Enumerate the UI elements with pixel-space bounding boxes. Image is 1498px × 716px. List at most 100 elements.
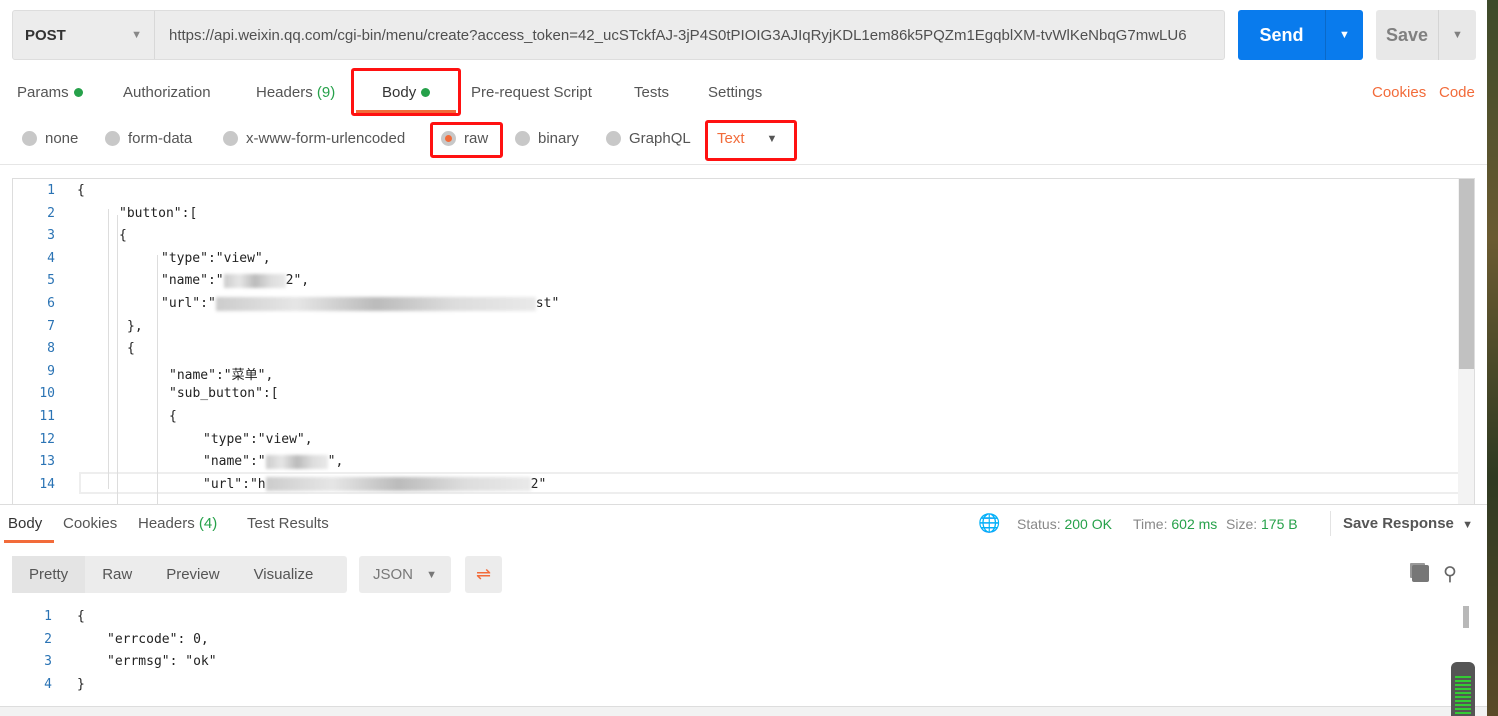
method-select[interactable]: POST ▼	[13, 11, 155, 59]
code-line: "url":"h 2"	[203, 477, 546, 492]
code-link[interactable]: Code	[1439, 84, 1475, 101]
radio-graphql[interactable]: GraphQL	[606, 130, 691, 147]
headers-count: (9)	[316, 84, 336, 101]
code-line: "name":"菜单",	[169, 364, 273, 383]
copy-icon[interactable]	[1412, 565, 1429, 582]
send-dropdown-icon[interactable]: ▼	[1325, 10, 1363, 60]
divider	[1330, 511, 1331, 536]
tab-tests[interactable]: Tests	[634, 84, 669, 101]
send-label: Send	[1259, 24, 1304, 45]
indent-guide	[157, 255, 158, 504]
radio-urlencoded[interactable]: x-www-form-urlencoded	[223, 130, 405, 147]
tab-params[interactable]: Params	[17, 84, 83, 101]
indent-guide	[117, 215, 118, 504]
radio-binary[interactable]: binary	[515, 130, 579, 147]
tab-authorization[interactable]: Authorization	[123, 84, 211, 101]
tab-headers[interactable]: Headers (9)	[256, 84, 335, 101]
cookies-link[interactable]: Cookies	[1372, 84, 1426, 101]
radio-form-data[interactable]: form-data	[105, 130, 192, 147]
code-line: "type":"view",	[161, 251, 271, 266]
radio-none[interactable]: none	[22, 130, 78, 147]
request-bar: POST ▼ https://api.weixin.qq.com/cgi-bin/…	[12, 10, 1225, 60]
scrollbar-thumb[interactable]	[1463, 606, 1469, 628]
code-line: "type":"view",	[203, 432, 313, 447]
send-button[interactable]: Send ▼	[1238, 10, 1363, 60]
code-line: {	[119, 228, 127, 243]
redacted-text	[223, 273, 286, 288]
search-icon[interactable]: ⚲	[1443, 563, 1457, 586]
code-text: "url":"h	[203, 476, 266, 492]
editor-scrollbar[interactable]	[1458, 179, 1474, 504]
scrollbar-thumb[interactable]	[1459, 179, 1474, 369]
response-tab-headers[interactable]: Headers (4)	[138, 515, 217, 532]
code-text: "name":"	[161, 273, 224, 289]
response-format-select[interactable]: JSON ▼	[359, 556, 451, 593]
code-text: "url":"	[161, 296, 216, 311]
code-line: "sub_button":[	[169, 386, 279, 401]
divider	[0, 504, 1487, 505]
desktop-background	[1487, 0, 1498, 716]
response-body-viewer[interactable]: 1 {2 "errcode": 0, 3 "errmsg": "ok" 4}	[0, 603, 1475, 703]
line-number: 4	[47, 250, 55, 266]
response-tab-test-results[interactable]: Test Results	[247, 515, 329, 532]
status-bar	[0, 706, 1487, 716]
code-line: "errcode": 0,	[107, 631, 209, 647]
tab-body[interactable]: Body	[382, 84, 431, 101]
tab-prerequest-script[interactable]: Pre-request Script	[471, 84, 592, 101]
redacted-text	[215, 296, 536, 311]
save-dropdown-icon[interactable]: ▼	[1438, 10, 1476, 60]
line-number: 1	[44, 609, 52, 624]
size-readout: Size: 175 B	[1226, 516, 1298, 532]
line-number: 2	[47, 205, 55, 221]
save-response-button[interactable]: Save Response ▼	[1343, 515, 1473, 532]
code-line: {	[169, 409, 177, 424]
radio-label: none	[45, 130, 79, 147]
code-text: "name":"	[203, 454, 266, 470]
size-label: Size:	[1226, 516, 1258, 532]
line-number: 3	[44, 654, 52, 670]
format-select[interactable]: Text ▼	[717, 130, 777, 147]
code-line: "button":[	[119, 206, 197, 221]
code-text: "type":"view",	[203, 431, 313, 447]
format-label: JSON	[373, 566, 414, 583]
headers-count: (4)	[198, 515, 218, 532]
radio-label: form-data	[128, 130, 193, 147]
response-view-tabs: Pretty Raw Preview Visualize	[12, 556, 347, 593]
url-input[interactable]: https://api.weixin.qq.com/cgi-bin/menu/c…	[155, 27, 1224, 44]
view-raw[interactable]: Raw	[85, 566, 149, 583]
line-number: 7	[47, 318, 55, 334]
code-text: "sub_button":[	[169, 386, 279, 402]
time-value: 602 ms	[1171, 516, 1218, 532]
radio-label: raw	[464, 130, 489, 147]
response-tab-cookies[interactable]: Cookies	[63, 515, 117, 532]
tab-settings[interactable]: Settings	[708, 84, 762, 101]
globe-lock-icon[interactable]: 🌐	[978, 513, 1000, 534]
redacted-text	[265, 477, 531, 492]
line-number: 14	[39, 476, 55, 492]
radio-raw[interactable]: raw	[441, 130, 488, 147]
radio-icon	[223, 131, 238, 146]
code-line: "errmsg": "ok"	[107, 654, 217, 670]
tab-label: Headers	[256, 84, 313, 101]
code-line: {	[77, 609, 85, 624]
radio-icon	[22, 131, 37, 146]
tab-label: Headers	[138, 515, 195, 532]
view-visualize[interactable]: Visualize	[237, 566, 331, 583]
response-tab-body[interactable]: Body	[8, 515, 42, 532]
radio-label: GraphQL	[629, 130, 691, 147]
save-button[interactable]: Save ▼	[1376, 10, 1476, 60]
status-readout: Status: 200 OK	[1017, 516, 1112, 532]
wrap-lines-icon[interactable]: ⇌	[465, 556, 502, 593]
code-text: st"	[535, 296, 560, 311]
view-pretty[interactable]: Pretty	[12, 556, 86, 593]
radio-selected-icon	[441, 131, 456, 146]
status-dot-icon	[421, 88, 431, 97]
chevron-down-icon: ▼	[131, 29, 142, 41]
line-number: 13	[39, 454, 55, 470]
code-text: {	[77, 183, 85, 198]
request-body-editor[interactable]: 1 {2 "button":[3 {4 "type":"view", 5 "name":" 2…	[12, 178, 1475, 504]
view-preview[interactable]: Preview	[149, 566, 236, 583]
code-text: {	[127, 341, 135, 357]
radio-icon	[515, 131, 530, 146]
status-label: Status:	[1017, 516, 1061, 532]
